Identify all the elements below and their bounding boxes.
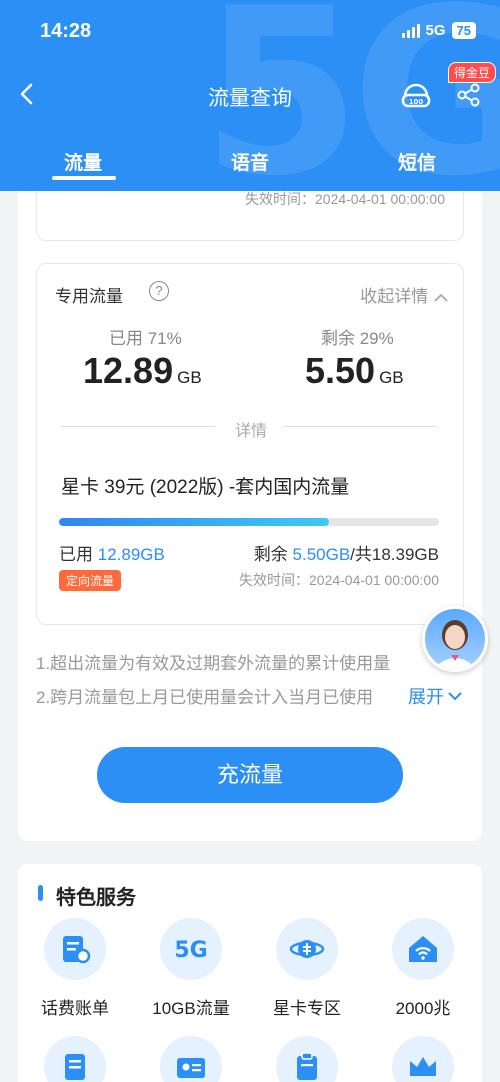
used-amount: 12.89GB: [97, 545, 165, 564]
status-indicators: 5G 75: [401, 22, 476, 39]
svg-text:5G: 5G: [174, 938, 207, 963]
id-card-icon: [160, 1036, 222, 1082]
expand-label: 展开: [408, 687, 444, 707]
crown-icon: [392, 1036, 454, 1082]
special-services-title: 特色服务: [56, 887, 136, 909]
chevron-up-icon: [434, 293, 448, 302]
directed-data-tag: 定向流量: [59, 570, 122, 591]
5g-icon: 5G: [160, 918, 222, 980]
service-label: 星卡专区: [273, 999, 341, 1018]
collapse-label: 收起详情: [360, 287, 429, 306]
dedicated-expire-time: 失效时间：2024-04-01 00:00:00: [239, 572, 439, 588]
service-bill[interactable]: 话费账单: [20, 918, 130, 1019]
used-amount-row: 已用 12.89GB: [59, 540, 165, 565]
special-services-card: 特色服务 话费账单 5G 10GB流量 星卡专区 2000兆: [18, 864, 482, 1082]
wifi-home-icon: [392, 918, 454, 980]
used-prefix: 已用: [59, 545, 98, 564]
remaining-prefix: 剩余: [253, 545, 293, 564]
remaining-value: 5.50 GB: [305, 350, 404, 392]
collapse-details-button[interactable]: 收起详情: [360, 282, 449, 307]
network-type: 5G: [425, 22, 446, 39]
used-percent-label: 已用 71%: [109, 329, 182, 348]
section-accent-bar: [38, 885, 43, 901]
remaining-amount-row: 剩余 5.50GB/共18.39GB: [254, 540, 439, 565]
note-2: 2.跨月流量包上月已使用量会计入当月已使用: [36, 688, 374, 707]
top-up-data-button[interactable]: 充流量: [97, 747, 403, 803]
bill-icon: [44, 918, 106, 980]
divider-right: [283, 426, 437, 427]
share-icon[interactable]: [456, 82, 482, 108]
coin-badge[interactable]: 得金豆: [447, 62, 496, 83]
service-item-8[interactable]: [368, 1036, 478, 1082]
customer-service-icon[interactable]: 100: [400, 80, 432, 110]
service-label: 话费账单: [41, 999, 109, 1018]
data-usage-card: 失效时间：2024-04-01 00:00:00 专用流量 ? 收起详情 已用 …: [18, 191, 482, 841]
assistant-avatar[interactable]: [422, 606, 488, 672]
svg-text:100: 100: [409, 98, 424, 106]
service-item-5[interactable]: [20, 1036, 130, 1082]
expand-notes-button[interactable]: 展开: [404, 683, 464, 709]
clipboard-icon: [276, 1036, 338, 1082]
header: 5G 14:28 5G 75 流量查询 100 得金豆 流量 语音 短信: [0, 0, 500, 191]
total-amount: /共18.39GB: [350, 545, 439, 564]
dedicated-data-title: 专用流量: [55, 287, 123, 306]
dedicated-data-box: 专用流量 ? 收起详情 已用 71% 12.89 GB 剩余 29% 5.50 GB…: [36, 263, 464, 625]
package-name: 星卡 39元 (2022版) -套内国内流量: [61, 477, 350, 498]
service-item-7[interactable]: [252, 1036, 362, 1082]
usage-progress-fill: [59, 518, 329, 526]
chevron-down-icon: [448, 692, 462, 701]
tab-data[interactable]: 流量: [64, 148, 102, 175]
tab-sms[interactable]: 短信: [398, 148, 436, 175]
assistant-avatar-image: [433, 620, 477, 669]
details-divider-label: 详情: [234, 423, 267, 440]
used-number: 12.89: [83, 350, 174, 391]
service-label: 2000兆: [395, 999, 451, 1018]
service-star-card[interactable]: 星卡专区: [252, 918, 362, 1019]
previous-package-box: 失效时间：2024-04-01 00:00:00: [36, 191, 464, 241]
help-icon[interactable]: ?: [149, 281, 169, 301]
battery-icon: 75: [451, 22, 476, 39]
remaining-unit: GB: [379, 368, 404, 387]
used-value: 12.89 GB: [83, 350, 202, 392]
document-icon: [44, 1036, 106, 1082]
signal-icon: [401, 23, 420, 38]
tab-bar: 流量 语音 短信: [0, 148, 500, 178]
remaining-amount: 5.50GB: [292, 545, 351, 564]
previous-expire-time: 失效时间：2024-04-01 00:00:00: [245, 191, 445, 207]
star-card-icon: [276, 918, 338, 980]
tab-active-indicator: [52, 176, 116, 180]
service-label: 10GB流量: [152, 999, 230, 1018]
remaining-number: 5.50: [305, 350, 376, 391]
service-2000m-broadband[interactable]: 2000兆: [368, 918, 478, 1019]
remaining-percent-label: 剩余 29%: [321, 329, 394, 348]
service-10gb-data[interactable]: 5G 10GB流量: [136, 918, 246, 1019]
status-time: 14:28: [40, 20, 92, 42]
used-unit: GB: [177, 368, 202, 387]
usage-progress-bar: [59, 518, 439, 526]
note-1: 1.超出流量为有效及过期套外流量的累计使用量: [36, 654, 391, 673]
service-item-6[interactable]: [136, 1036, 246, 1082]
tab-voice[interactable]: 语音: [231, 148, 269, 175]
